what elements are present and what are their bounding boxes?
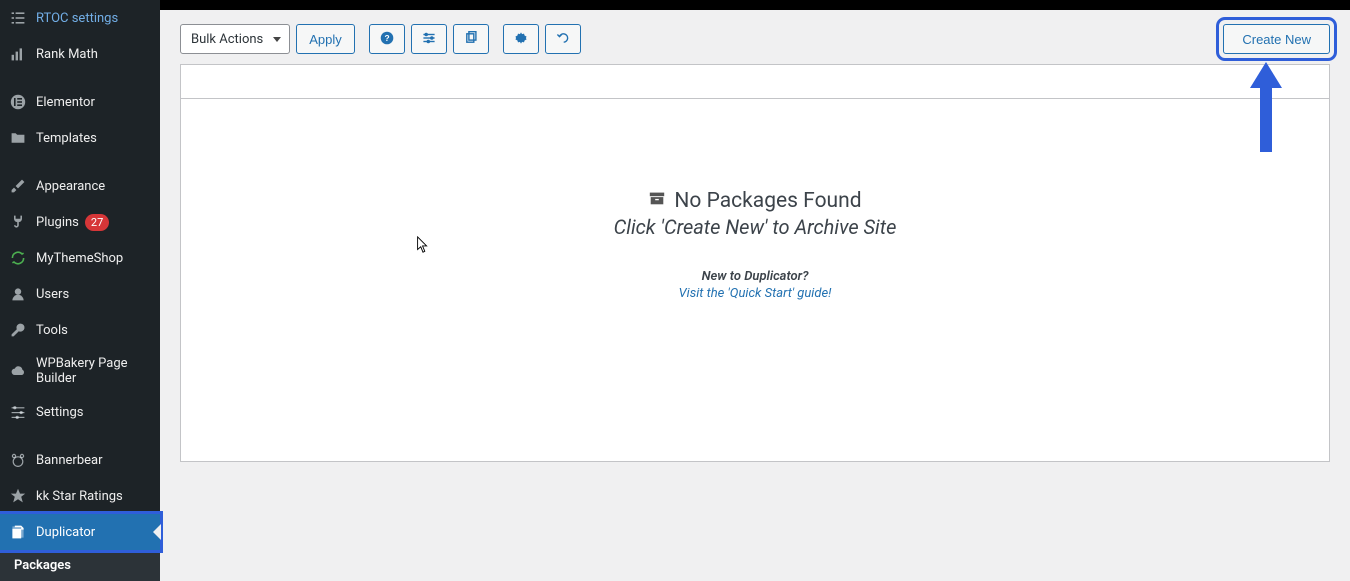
sidebar-item-label: Elementor (36, 95, 95, 110)
sidebar-item-label: WPBakery Page Builder (36, 356, 152, 386)
quick-start-link[interactable]: Visit the 'Quick Start' guide! (201, 286, 1309, 301)
apply-label: Apply (309, 32, 342, 47)
sidebar-item-bannerbear[interactable]: Bannerbear (0, 442, 160, 478)
create-new-button[interactable]: Create New (1223, 24, 1330, 54)
copy-button[interactable] (453, 24, 489, 54)
sidebar-item-label: Bannerbear (36, 453, 103, 468)
toolbar-icon-group-2 (503, 24, 581, 54)
bulk-actions-select[interactable]: Bulk Actions (180, 24, 290, 54)
sidebar-item-label: Plugins (36, 215, 79, 230)
duplicator-icon (8, 522, 28, 542)
star-icon (8, 486, 28, 506)
sliders-icon (422, 31, 436, 48)
cloud-icon (8, 361, 28, 381)
empty-heading-text: No Packages Found (674, 189, 861, 213)
sidebar-item-label: Settings (36, 405, 83, 420)
svg-text:?: ? (384, 32, 389, 42)
toolbar: Bulk Actions Apply ? (160, 10, 1350, 64)
sliders-icon (8, 402, 28, 422)
sidebar-item-label: MyThemeShop (36, 251, 123, 266)
bulk-actions-label: Bulk Actions (191, 32, 263, 47)
wrench-icon (8, 320, 28, 340)
sidebar-item-label: Rank Math (36, 47, 98, 62)
empty-heading: No Packages Found (648, 189, 861, 213)
sidebar-item-label: Duplicator (36, 525, 95, 540)
gear-icon (514, 31, 528, 48)
sidebar-item-rtoc[interactable]: RTOC settings (0, 0, 160, 36)
packages-table-header (181, 65, 1329, 99)
packages-panel: No Packages Found Click 'Create New' to … (180, 64, 1330, 462)
sidebar-item-plugins[interactable]: Plugins 27 (0, 204, 160, 240)
sidebar-subitem-packages[interactable]: Packages (0, 550, 160, 581)
refresh-icon (8, 248, 28, 268)
elementor-icon (8, 92, 28, 112)
sidebar-item-templates[interactable]: Templates (0, 120, 160, 156)
undo-icon (556, 31, 570, 48)
sidebar-item-label: Templates (36, 131, 97, 146)
sidebar-item-tools[interactable]: Tools (0, 312, 160, 348)
sidebar-item-label: Appearance (36, 179, 105, 194)
gear-button[interactable] (503, 24, 539, 54)
sidebar-item-settings[interactable]: Settings (0, 394, 160, 430)
help-button[interactable]: ? (369, 24, 405, 54)
user-icon (8, 284, 28, 304)
question-icon: ? (380, 31, 394, 48)
plug-icon (8, 212, 28, 232)
sidebar-item-duplicator[interactable]: Duplicator (0, 514, 160, 550)
sidebar-item-elementor[interactable]: Elementor (0, 84, 160, 120)
folder-icon (8, 128, 28, 148)
empty-small-text: New to Duplicator? (201, 269, 1309, 284)
sidebar-item-label: RTOC settings (36, 11, 118, 26)
sidebar-item-kkstar[interactable]: kk Star Ratings (0, 478, 160, 514)
sidebar-item-label: Tools (36, 323, 68, 338)
sidebar-item-users[interactable]: Users (0, 276, 160, 312)
copy-icon (464, 31, 478, 48)
plugin-update-count: 27 (85, 214, 109, 231)
list-icon (8, 8, 28, 28)
top-banner (160, 0, 1350, 10)
sidebar-item-label: kk Star Ratings (36, 489, 123, 504)
toolbar-icon-group-1: ? (369, 24, 489, 54)
sidebar-item-label: Users (36, 287, 69, 302)
bear-icon (8, 450, 28, 470)
create-new-highlight: Create New (1223, 24, 1330, 54)
admin-sidebar: RTOC settings Rank Math Elementor Templa… (0, 0, 160, 568)
sidebar-item-mythemeshop[interactable]: MyThemeShop (0, 240, 160, 276)
chart-icon (8, 44, 28, 64)
archive-icon (648, 189, 666, 213)
empty-subtext: Click 'Create New' to Archive Site (201, 215, 1309, 239)
apply-button[interactable]: Apply (296, 24, 355, 54)
sidebar-subitem-label: Packages (14, 558, 71, 573)
sidebar-item-rankmath[interactable]: Rank Math (0, 36, 160, 72)
undo-button[interactable] (545, 24, 581, 54)
main-content: Bulk Actions Apply ? (160, 0, 1350, 568)
sidebar-item-wpbakery[interactable]: WPBakery Page Builder (0, 348, 160, 394)
brush-icon (8, 176, 28, 196)
sidebar-item-appearance[interactable]: Appearance (0, 168, 160, 204)
settings-button[interactable] (411, 24, 447, 54)
create-new-label: Create New (1242, 32, 1311, 47)
empty-state: No Packages Found Click 'Create New' to … (181, 99, 1329, 461)
